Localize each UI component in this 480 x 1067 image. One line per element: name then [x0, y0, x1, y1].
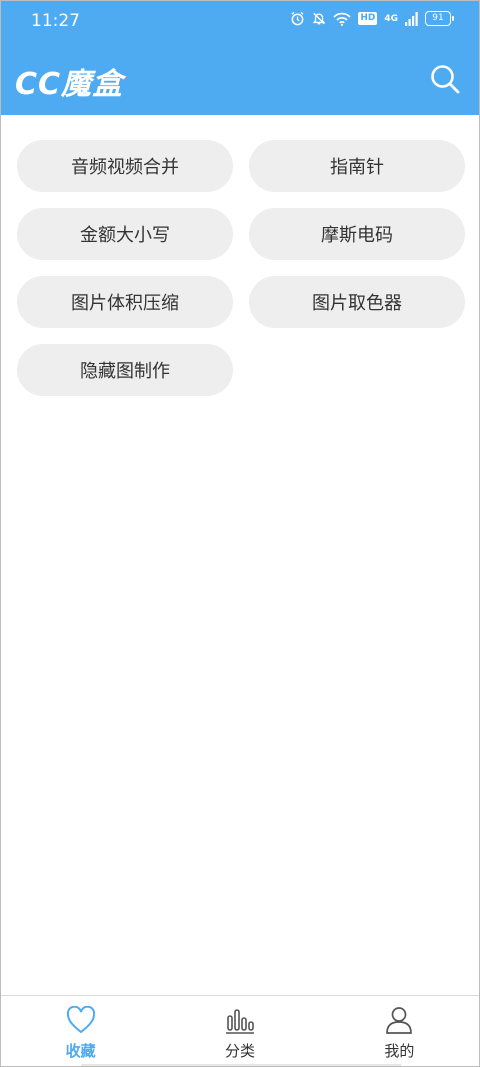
app-bar: CC魔盒: [1, 41, 479, 115]
nav-item-favorites[interactable]: 收藏: [1, 996, 160, 1066]
tool-button-morse-code[interactable]: 摩斯电码: [249, 208, 465, 260]
heart-icon: [66, 1006, 95, 1034]
signal-icon: [405, 11, 418, 26]
status-time: 11:27: [31, 11, 80, 31]
user-icon: [386, 1007, 413, 1034]
tool-button-audio-video-merge[interactable]: 音频视频合并: [17, 140, 233, 192]
status-icons: HD 4G 91: [290, 11, 454, 26]
tool-button-compass[interactable]: 指南针: [249, 140, 465, 192]
bottom-nav: 收藏 分类 我的: [1, 995, 479, 1066]
tool-button-image-compress[interactable]: 图片体积压缩: [17, 276, 233, 328]
tools-grid: 音频视频合并 指南针 金额大小写 摩斯电码 图片体积压缩 图片取色器 隐藏图制作: [17, 140, 465, 396]
app-title: CC魔盒: [15, 67, 124, 102]
nav-item-categories[interactable]: 分类: [160, 996, 319, 1066]
tool-button-amount-case[interactable]: 金额大小写: [17, 208, 233, 260]
tool-button-hidden-image[interactable]: 隐藏图制作: [17, 344, 233, 396]
status-bar: 11:27 HD 4G 91: [1, 1, 479, 41]
chart-bars-icon: [225, 1009, 254, 1034]
nav-label-favorites: 收藏: [65, 1042, 96, 1060]
network-type: 4G: [384, 13, 398, 24]
battery-indicator: 91: [425, 11, 454, 26]
alarm-icon: [291, 11, 304, 26]
app-screen: 11:27 HD 4G 91 CC魔盒 音频视频合并 指南针 金额大小写 摩斯电…: [0, 0, 480, 1067]
tool-button-color-picker[interactable]: 图片取色器: [249, 276, 465, 328]
bell-muted-icon: [312, 12, 326, 25]
nav-item-profile[interactable]: 我的: [320, 996, 479, 1066]
wifi-icon: [333, 12, 351, 26]
hd-badge: HD: [358, 12, 378, 25]
nav-label-categories: 分类: [224, 1042, 255, 1060]
nav-label-profile: 我的: [384, 1042, 415, 1060]
search-icon[interactable]: [429, 63, 461, 95]
